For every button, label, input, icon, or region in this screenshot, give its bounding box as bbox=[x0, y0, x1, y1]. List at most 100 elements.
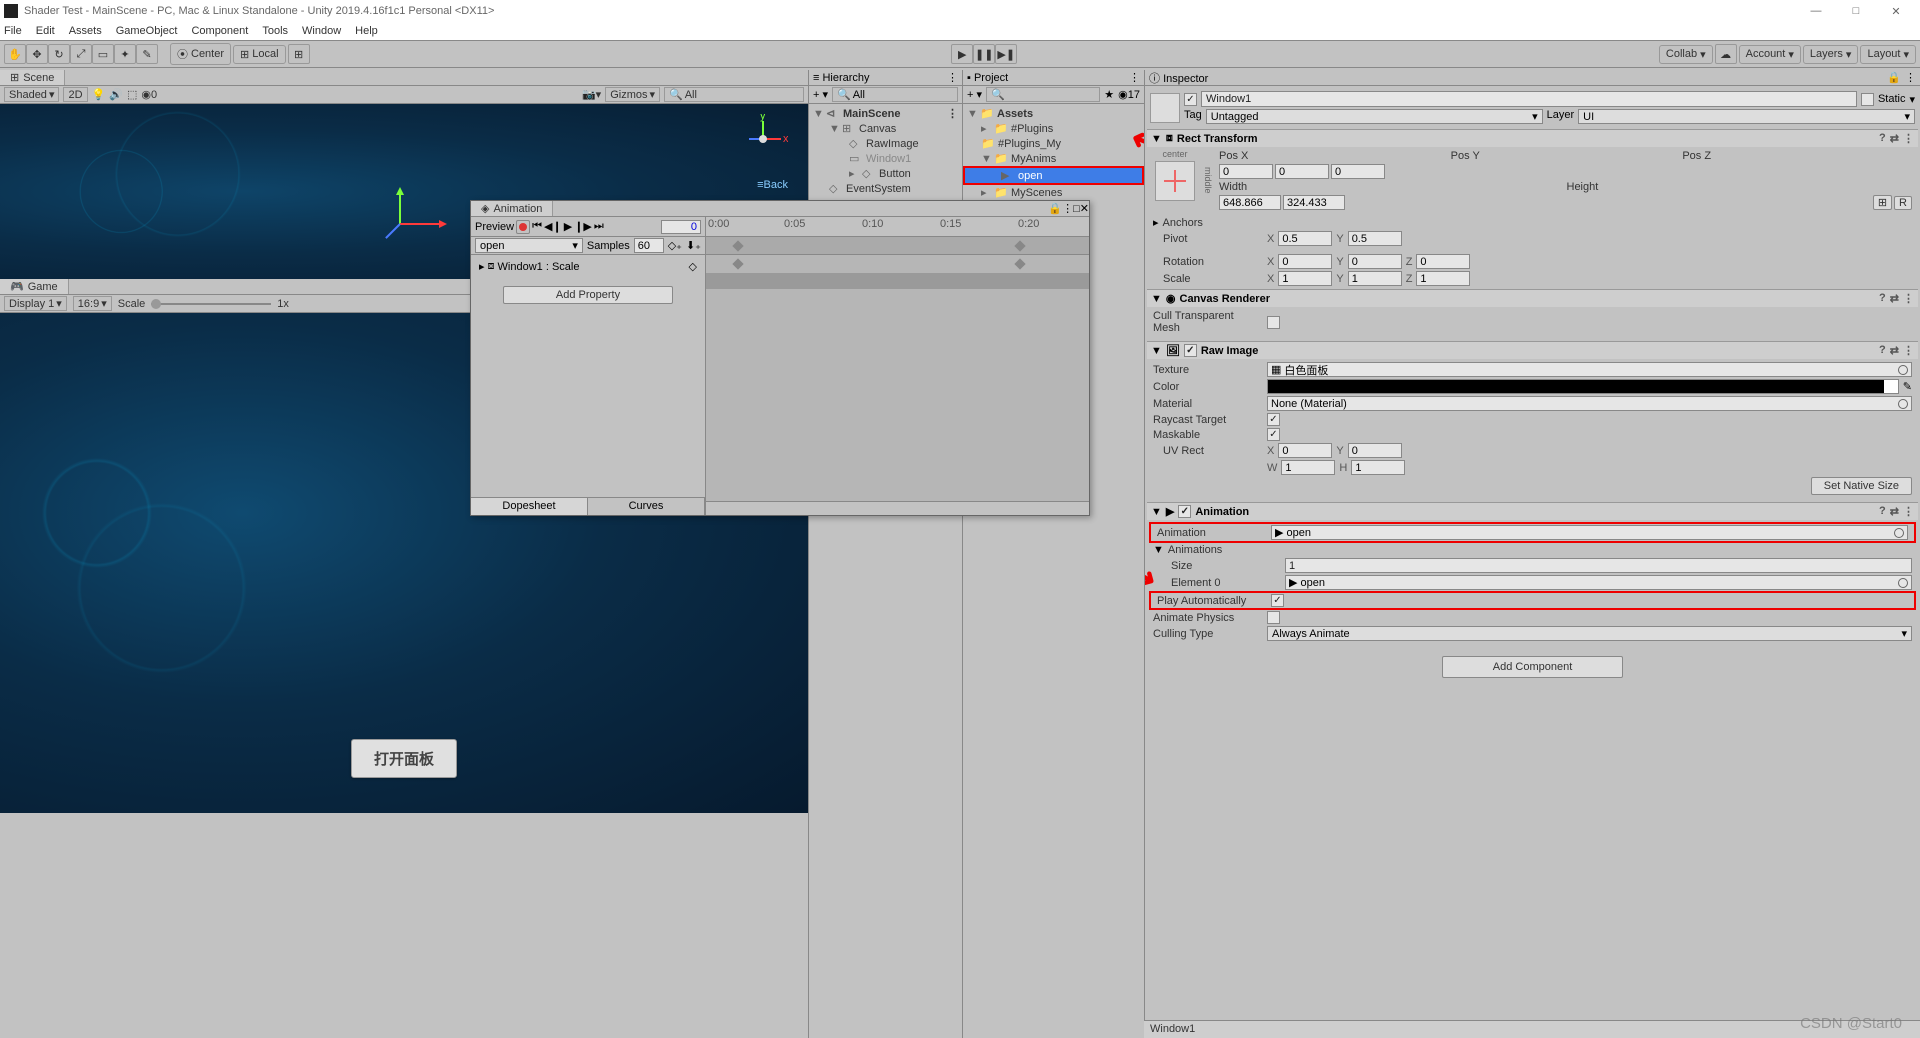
maximize-button[interactable]: □ bbox=[1836, 5, 1876, 17]
folder-item[interactable]: 📁#Plugins_My bbox=[963, 136, 1144, 151]
add-component-button[interactable]: Add Component bbox=[1442, 656, 1624, 678]
width-field[interactable] bbox=[1219, 195, 1281, 210]
animate-physics-checkbox[interactable] bbox=[1267, 611, 1280, 624]
add-keyframe-icon[interactable]: ◇₊ bbox=[668, 239, 682, 252]
active-checkbox[interactable]: ✓ bbox=[1184, 93, 1197, 106]
collab-dropdown[interactable]: Collab ▾ bbox=[1659, 45, 1713, 64]
layers-dropdown[interactable]: Layers ▾ bbox=[1803, 45, 1859, 64]
aspect-dropdown[interactable]: 16:9 ▾ bbox=[73, 296, 112, 311]
custom-tool[interactable]: ✎ bbox=[136, 44, 158, 64]
pivot-toggle[interactable]: ⦿Center bbox=[170, 43, 231, 65]
posz-field[interactable] bbox=[1331, 164, 1385, 179]
menu-window[interactable]: Window bbox=[302, 25, 341, 37]
rot-z[interactable] bbox=[1416, 254, 1470, 269]
play-button[interactable]: ▶ bbox=[564, 220, 572, 233]
create-dropdown[interactable]: + ▾ bbox=[813, 88, 828, 101]
cull-checkbox[interactable] bbox=[1267, 316, 1280, 329]
dopesheet-tab[interactable]: Dopesheet bbox=[471, 498, 588, 515]
pivot-x[interactable] bbox=[1278, 231, 1332, 246]
shading-mode-dropdown[interactable]: Shaded ▾ bbox=[4, 87, 59, 102]
height-field[interactable] bbox=[1283, 195, 1345, 210]
culling-type-dropdown[interactable]: Always Animate▾ bbox=[1267, 626, 1912, 641]
hierarchy-item[interactable]: ▭Window1 bbox=[809, 151, 962, 166]
hierarchy-item[interactable]: ▸◇Button bbox=[809, 166, 962, 181]
animations-size[interactable] bbox=[1285, 558, 1912, 573]
game-tab[interactable]: 🎮 Game bbox=[0, 279, 69, 294]
preset-icon[interactable]: ⇄ bbox=[1890, 132, 1899, 145]
folder-item[interactable]: ▸📁MyScenes bbox=[963, 185, 1144, 200]
rot-x[interactable] bbox=[1278, 254, 1332, 269]
rot-y[interactable] bbox=[1348, 254, 1402, 269]
account-dropdown[interactable]: Account ▾ bbox=[1739, 45, 1801, 64]
uv-h[interactable] bbox=[1351, 460, 1405, 475]
orientation-gizmo[interactable]: y x bbox=[738, 114, 788, 164]
set-native-size-button[interactable]: Set Native Size bbox=[1811, 477, 1912, 495]
snap-button[interactable]: ⊞ bbox=[288, 44, 310, 64]
folder-item[interactable]: ▸📁#Plugins bbox=[963, 121, 1144, 136]
hierarchy-item[interactable]: ◇EventSystem bbox=[809, 181, 962, 196]
scale-y[interactable] bbox=[1348, 271, 1402, 286]
hierarchy-search[interactable]: 🔍 All bbox=[832, 87, 958, 102]
pause-button[interactable]: ❚❚ bbox=[973, 44, 995, 64]
menu-tools[interactable]: Tools bbox=[262, 25, 288, 37]
menu-gameobject[interactable]: GameObject bbox=[116, 25, 178, 37]
raw-edit-button[interactable]: R bbox=[1894, 196, 1912, 210]
material-field[interactable]: None (Material) bbox=[1267, 396, 1912, 411]
step-button[interactable]: ▶❚ bbox=[995, 44, 1017, 64]
scene-search[interactable]: 🔍 All bbox=[664, 87, 804, 102]
close-button[interactable]: ✕ bbox=[1876, 5, 1916, 18]
anim-asset-open[interactable]: ▶open bbox=[963, 166, 1144, 185]
animation-window[interactable]: ◈ Animation🔒⋮□✕ Preview ⏮ ◀❙ ▶ ❙▶ ⏭ open… bbox=[470, 200, 1090, 516]
hierarchy-item[interactable]: ▼⊞Canvas bbox=[809, 121, 962, 136]
rawimage-enable[interactable]: ✓ bbox=[1184, 344, 1197, 357]
posy-field[interactable] bbox=[1275, 164, 1329, 179]
keyframe-icon[interactable] bbox=[1014, 258, 1025, 269]
keyframe-icon[interactable] bbox=[732, 240, 743, 251]
fx-icon[interactable]: ⬚ bbox=[127, 88, 137, 101]
2d-toggle[interactable]: 2D bbox=[63, 87, 87, 102]
pivot-y[interactable] bbox=[1348, 231, 1402, 246]
menu-help[interactable]: Help bbox=[355, 25, 378, 37]
display-dropdown[interactable]: Display 1 ▾ bbox=[4, 296, 67, 311]
add-event-icon[interactable]: ⬇₊ bbox=[686, 239, 701, 252]
hidden-icon[interactable]: ◉0 bbox=[141, 88, 157, 101]
layer-dropdown[interactable]: UI▾ bbox=[1578, 109, 1915, 124]
record-button[interactable] bbox=[516, 220, 530, 234]
next-frame-button[interactable]: ❙▶ bbox=[574, 220, 592, 233]
scene-row[interactable]: ▼⊲MainScene⋮ bbox=[809, 106, 962, 121]
move-tool[interactable]: ✥ bbox=[26, 44, 48, 64]
raycast-checkbox[interactable]: ✓ bbox=[1267, 413, 1280, 426]
inspector-tab[interactable]: ⓘ Inspector bbox=[1149, 70, 1208, 86]
animation-enable[interactable]: ✓ bbox=[1178, 505, 1191, 518]
first-frame-button[interactable]: ⏮ bbox=[532, 220, 542, 233]
samples-field[interactable] bbox=[634, 238, 664, 253]
anim-property-row[interactable]: ▸⧈Window1 : Scale◇ bbox=[475, 259, 701, 274]
texture-field[interactable]: ▦白色面板 bbox=[1267, 362, 1912, 377]
menu-component[interactable]: Component bbox=[191, 25, 248, 37]
rect-tool[interactable]: ▭ bbox=[92, 44, 114, 64]
project-tab[interactable]: ▪ Project bbox=[967, 72, 1008, 84]
folder-item[interactable]: ▼📁MyAnims bbox=[963, 151, 1144, 166]
layout-dropdown[interactable]: Layout ▾ bbox=[1860, 45, 1916, 64]
timeline-scrollbar[interactable] bbox=[706, 501, 1089, 515]
uv-x[interactable] bbox=[1278, 443, 1332, 458]
create-dropdown[interactable]: + ▾ bbox=[967, 88, 982, 101]
help-icon[interactable]: ? bbox=[1879, 132, 1886, 145]
frame-field[interactable] bbox=[661, 220, 701, 234]
minimize-button[interactable]: — bbox=[1796, 5, 1836, 17]
scale-tool[interactable]: ⤢ bbox=[70, 44, 92, 64]
close-icon[interactable]: ✕ bbox=[1080, 202, 1089, 215]
panel-burger-icon[interactable]: ⋮ bbox=[1129, 71, 1140, 84]
cloud-button[interactable]: ☁ bbox=[1715, 44, 1737, 64]
timeline-ruler[interactable]: 0:00 0:05 0:10 0:15 0:20 bbox=[706, 217, 1089, 237]
blueprint-button[interactable]: ⊞ bbox=[1873, 195, 1892, 210]
prev-frame-button[interactable]: ◀❙ bbox=[544, 220, 562, 233]
maximize-icon[interactable]: □ bbox=[1073, 203, 1080, 215]
panel-burger-icon[interactable]: ⋮ bbox=[947, 71, 958, 84]
gizmos-dropdown[interactable]: Gizmos ▾ bbox=[605, 87, 660, 102]
anchors-foldout[interactable]: Anchors bbox=[1163, 217, 1273, 229]
static-checkbox[interactable] bbox=[1861, 93, 1874, 106]
color-field[interactable] bbox=[1267, 379, 1899, 394]
scene-tab[interactable]: ⊞ Scene bbox=[0, 70, 65, 85]
project-search[interactable]: 🔍 bbox=[986, 87, 1100, 102]
